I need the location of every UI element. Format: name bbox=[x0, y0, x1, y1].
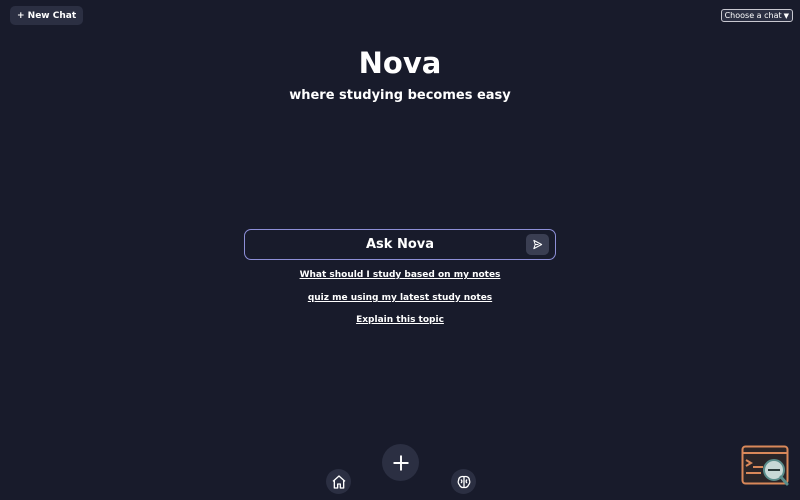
code-search-icon bbox=[741, 445, 789, 486]
home-icon bbox=[332, 474, 345, 489]
home-button[interactable] bbox=[326, 469, 351, 494]
suggestion-link[interactable]: What should I study based on my notes bbox=[0, 270, 800, 280]
suggestion-link[interactable]: Explain this topic bbox=[0, 315, 800, 325]
ask-box bbox=[244, 229, 556, 260]
code-search-widget[interactable] bbox=[741, 445, 791, 487]
chat-select-value: Choose a chat bbox=[724, 11, 782, 20]
chevron-down-icon: ▼ bbox=[783, 11, 789, 20]
ask-input[interactable] bbox=[245, 230, 555, 259]
page-title: Nova bbox=[358, 46, 442, 80]
send-button[interactable] bbox=[526, 234, 549, 255]
brain-button[interactable] bbox=[451, 469, 476, 494]
new-chat-button[interactable]: + New Chat bbox=[10, 6, 84, 25]
send-icon bbox=[533, 239, 543, 250]
page-subtitle: where studying becomes easy bbox=[289, 88, 511, 103]
chat-select[interactable]: Choose a chat ▼ bbox=[720, 9, 793, 22]
add-button[interactable] bbox=[382, 444, 419, 481]
brain-icon bbox=[457, 475, 470, 488]
suggestion-link[interactable]: quiz me using my latest study notes bbox=[0, 293, 800, 303]
plus-icon bbox=[392, 454, 409, 471]
new-chat-label: + New Chat bbox=[17, 10, 77, 21]
